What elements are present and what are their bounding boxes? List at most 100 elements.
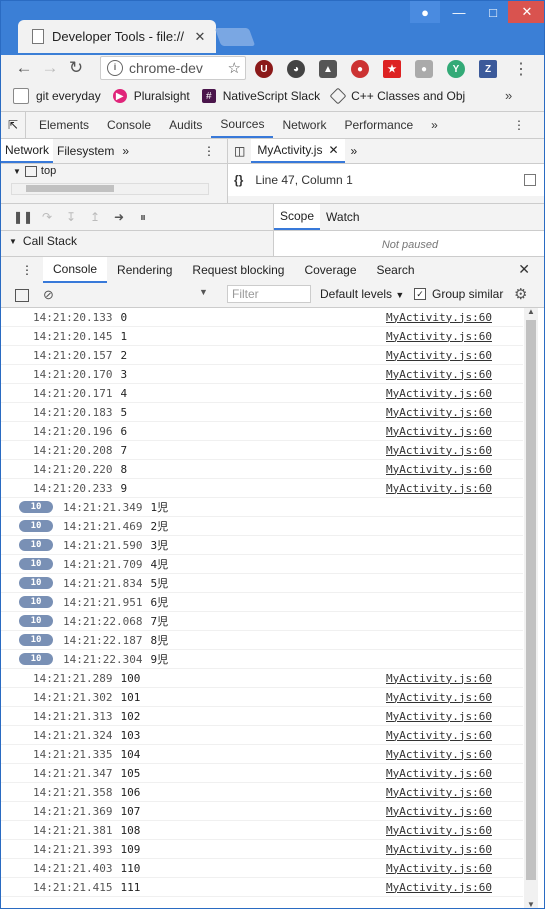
- bookmark-ext-icon[interactable]: ★: [383, 60, 401, 78]
- source-link[interactable]: MyActivity.js:60: [386, 330, 492, 343]
- source-link[interactable]: MyActivity.js:60: [386, 843, 492, 856]
- source-link[interactable]: MyActivity.js:60: [386, 824, 492, 837]
- star-icon[interactable]: ☆: [228, 59, 241, 77]
- levels-dropdown[interactable]: Default levels ▼: [320, 287, 404, 301]
- not-paused-text: Not paused: [381, 239, 439, 251]
- drawer-tab-search[interactable]: Search: [367, 257, 425, 283]
- devtools-menu-icon[interactable]: ⋮: [504, 112, 534, 138]
- ublock-icon[interactable]: U: [255, 60, 273, 78]
- source-link[interactable]: MyActivity.js:60: [386, 805, 492, 818]
- tab-console[interactable]: Console: [98, 112, 160, 138]
- group-similar-checkbox[interactable]: ✓ Group similar: [414, 287, 503, 301]
- source-link[interactable]: MyActivity.js:60: [386, 691, 492, 704]
- tab-audits[interactable]: Audits: [160, 112, 211, 138]
- source-link[interactable]: MyActivity.js:60: [386, 387, 492, 400]
- editor-overflow-icon[interactable]: »: [345, 139, 364, 163]
- source-link[interactable]: MyActivity.js:60: [386, 444, 492, 457]
- toggle-debugger-icon[interactable]: [524, 174, 536, 186]
- show-sidebar-icon[interactable]: [15, 288, 29, 302]
- source-link[interactable]: MyActivity.js:60: [386, 862, 492, 875]
- bookmark-nativescript-slack[interactable]: # NativeScript Slack: [201, 89, 320, 103]
- nav-overflow-icon[interactable]: »: [118, 139, 133, 163]
- z-icon[interactable]: Z: [479, 60, 497, 78]
- pause-icon[interactable]: ❚❚: [11, 210, 35, 224]
- bookmark-cpp-classes[interactable]: C++ Classes and Obj: [329, 87, 465, 105]
- tab-sources[interactable]: Sources: [211, 112, 274, 138]
- reload-icon[interactable]: ↻: [63, 58, 89, 78]
- scroll-up-icon[interactable]: ▲: [527, 307, 535, 316]
- source-link[interactable]: MyActivity.js:60: [386, 786, 492, 799]
- source-link[interactable]: MyActivity.js:60: [386, 881, 492, 894]
- scroll-down-icon[interactable]: ▼: [527, 900, 535, 908]
- android-icon[interactable]: ●: [415, 60, 433, 78]
- tab-performance[interactable]: Performance: [335, 112, 422, 138]
- source-link[interactable]: MyActivity.js:60: [386, 482, 492, 495]
- navigator-scrollbar[interactable]: [11, 183, 209, 195]
- source-link[interactable]: MyActivity.js:60: [386, 311, 492, 324]
- close-window-button[interactable]: ✕: [508, 1, 544, 23]
- source-link[interactable]: MyActivity.js:60: [386, 672, 492, 685]
- step-into-icon[interactable]: ↧: [59, 210, 83, 224]
- call-stack-header[interactable]: ▼ Call Stack: [1, 231, 273, 251]
- back-icon[interactable]: ←: [11, 58, 37, 78]
- drawer-tab-rendering[interactable]: Rendering: [107, 257, 182, 283]
- source-link[interactable]: MyActivity.js:60: [386, 349, 492, 362]
- forward-icon[interactable]: →: [37, 58, 63, 78]
- source-link[interactable]: MyActivity.js:60: [386, 406, 492, 419]
- address-bar[interactable]: i chrome-dev ☆: [100, 56, 246, 80]
- new-tab-button[interactable]: [214, 28, 256, 46]
- source-link[interactable]: MyActivity.js:60: [386, 748, 492, 761]
- source-link[interactable]: MyActivity.js:60: [386, 368, 492, 381]
- source-link[interactable]: MyActivity.js:60: [386, 767, 492, 780]
- source-link[interactable]: MyActivity.js:60: [386, 425, 492, 438]
- scrollbar-thumb[interactable]: [526, 320, 536, 880]
- maximize-button[interactable]: □: [476, 1, 510, 23]
- nav-tab-network[interactable]: Network: [1, 139, 54, 163]
- bookmarks-overflow-icon[interactable]: »: [505, 88, 512, 103]
- info-icon[interactable]: i: [107, 60, 123, 76]
- settings-gear-icon[interactable]: ⚙: [514, 285, 527, 303]
- close-tab-icon[interactable]: ✕: [328, 143, 338, 157]
- tab-watch[interactable]: Watch: [320, 204, 366, 230]
- pretty-print-icon[interactable]: {}: [234, 173, 243, 187]
- minimize-button[interactable]: —: [442, 1, 476, 23]
- drawer-tab-coverage[interactable]: Coverage: [294, 257, 366, 283]
- tree-item-top[interactable]: ▼ top: [1, 164, 227, 178]
- tab-scope[interactable]: Scope: [274, 204, 321, 230]
- pause-on-exceptions-icon[interactable]: ⏸: [131, 210, 155, 225]
- nav-tab-filesystem[interactable]: Filesystem: [53, 139, 118, 163]
- source-link[interactable]: MyActivity.js:60: [386, 463, 492, 476]
- deactivate-breakpoints-icon[interactable]: ➜: [107, 210, 131, 224]
- step-over-icon[interactable]: ↷: [35, 210, 59, 224]
- more-menu-icon[interactable]: ⋮: [513, 59, 529, 79]
- bookmark-pluralsight[interactable]: ▶ Pluralsight: [112, 89, 190, 103]
- scrollbar-thumb[interactable]: [26, 185, 114, 192]
- tabs-overflow-icon[interactable]: »: [422, 112, 447, 138]
- close-drawer-icon[interactable]: ✕: [518, 261, 530, 278]
- browser-tab[interactable]: Developer Tools - file:// ✕: [18, 20, 216, 53]
- editor-tab-myactivity[interactable]: MyActivity.js ✕: [251, 139, 345, 163]
- user-icon[interactable]: ●: [410, 1, 440, 23]
- checkbox-checked-icon[interactable]: ✓: [414, 288, 426, 300]
- tab-elements[interactable]: Elements: [30, 112, 98, 138]
- source-link[interactable]: MyActivity.js:60: [386, 729, 492, 742]
- console-scrollbar[interactable]: ▲ ▼: [524, 307, 538, 908]
- step-out-icon[interactable]: ↥: [83, 210, 107, 224]
- drawer-menu-icon[interactable]: ⋮: [1, 257, 43, 283]
- tab-network[interactable]: Network: [273, 112, 335, 138]
- nav-menu-icon[interactable]: ⋮: [199, 139, 219, 163]
- context-dropdown-icon[interactable]: ▼: [199, 287, 208, 297]
- inspect-icon[interactable]: ⇱: [1, 112, 26, 138]
- tab-close-icon[interactable]: ✕: [192, 29, 208, 45]
- drawer-tab-request-blocking[interactable]: Request blocking: [182, 257, 294, 283]
- shield-icon[interactable]: ▲: [319, 60, 337, 78]
- bookmark-git-everyday[interactable]: git everyday: [13, 88, 101, 104]
- toggle-navigator-icon[interactable]: ◫: [228, 139, 251, 163]
- y-icon[interactable]: Y: [447, 60, 465, 78]
- extension-icon[interactable]: ●: [351, 60, 369, 78]
- source-link[interactable]: MyActivity.js:60: [386, 710, 492, 723]
- filter-input[interactable]: Filter: [227, 285, 311, 303]
- clear-console-icon[interactable]: ⊘: [43, 287, 54, 303]
- drawer-tab-console[interactable]: Console: [43, 257, 108, 283]
- clock-icon[interactable]: ◕: [287, 60, 305, 78]
